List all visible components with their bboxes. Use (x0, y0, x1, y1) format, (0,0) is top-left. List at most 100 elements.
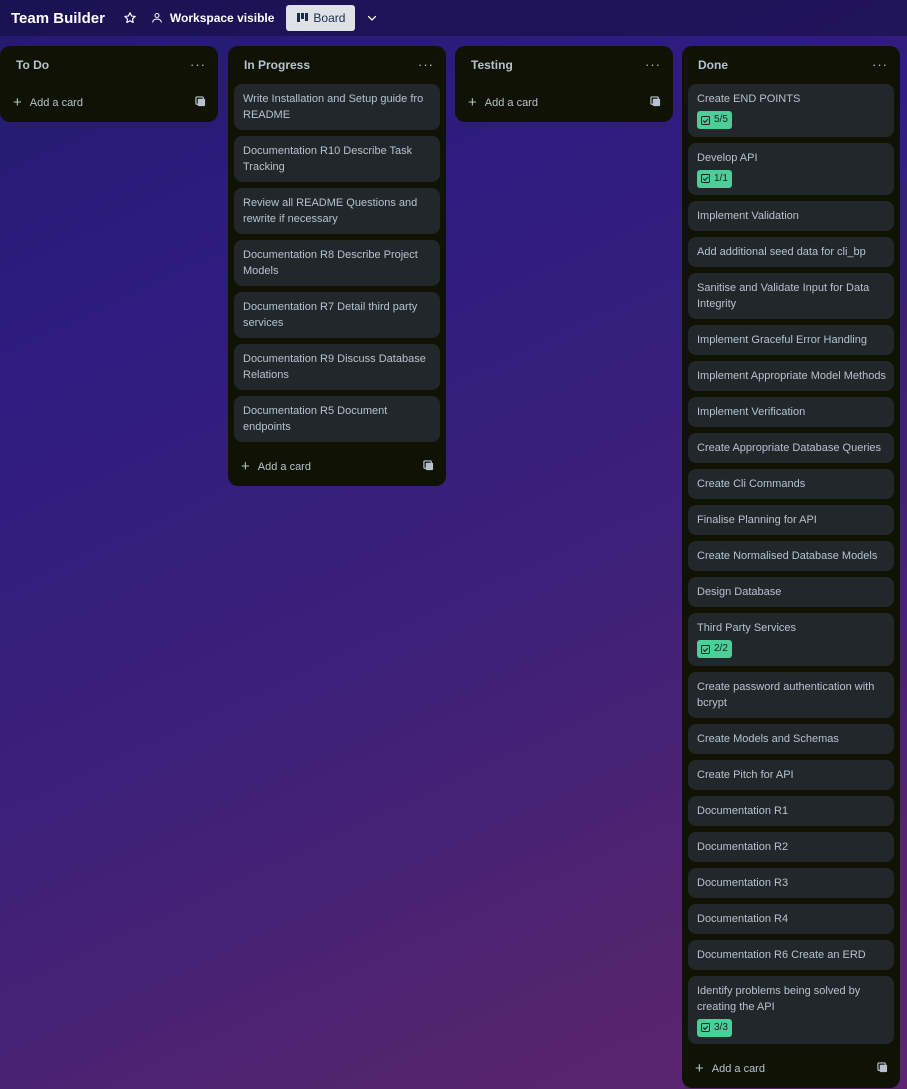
card[interactable]: Add additional seed data for cli_bp (688, 237, 894, 267)
card-title: Documentation R7 Detail third party serv… (243, 301, 418, 329)
card-template-icon[interactable] (650, 94, 661, 112)
card-title: Documentation R5 Document endpoints (243, 405, 388, 433)
list-header: Testing ··· (455, 46, 673, 84)
card-title: Implement Validation (697, 210, 799, 222)
checklist-icon (701, 115, 710, 125)
card-title: Finalise Planning for API (697, 514, 817, 526)
card-title: Documentation R10 Describe Task Tracking (243, 145, 413, 173)
card-title: Design Database (697, 586, 782, 598)
card[interactable]: Write Installation and Setup guide fro R… (234, 84, 440, 130)
board-view-button[interactable]: Board (286, 5, 356, 31)
card-template-icon[interactable] (877, 1060, 888, 1078)
add-card-label: Add a card (484, 97, 538, 109)
card-title: Create END POINTS (697, 93, 801, 105)
card[interactable]: Documentation R8 Describe Project Models (234, 240, 440, 286)
workspace-icon (151, 13, 162, 23)
card[interactable]: Documentation R10 Describe Task Tracking (234, 136, 440, 182)
card[interactable]: Implement Graceful Error Handling (688, 325, 894, 355)
checklist-icon (701, 644, 710, 654)
card-title: Create Normalised Database Models (697, 550, 878, 562)
card[interactable]: Design Database (688, 577, 894, 607)
card-template-icon[interactable] (423, 458, 434, 476)
board-header: Team Builder Workspace visible Board (0, 0, 907, 36)
board-icon (297, 13, 309, 22)
card[interactable]: Documentation R3 (688, 867, 894, 898)
plus-icon: + (468, 94, 477, 111)
list-title[interactable]: To Do (16, 58, 49, 72)
list-menu-icon[interactable]: ··· (418, 58, 434, 71)
card[interactable]: Documentation R5 Document endpoints (234, 396, 440, 442)
card[interactable]: Create Appropriate Database Queries (688, 433, 894, 463)
card-title: Add additional seed data for cli_bp (697, 246, 866, 258)
card[interactable]: Create Pitch for API (688, 759, 894, 790)
list-title[interactable]: In Progress (244, 58, 310, 72)
checklist-count: 3/3 (714, 1021, 728, 1033)
chevron-down-icon[interactable] (359, 5, 385, 31)
plus-icon: + (695, 1060, 704, 1077)
card-title: Sanitise and Validate Input for Data Int… (697, 282, 870, 310)
card-list: Write Installation and Setup guide fro R… (228, 84, 446, 442)
card-template-icon[interactable] (195, 94, 206, 112)
workspace-visibility-button[interactable]: Workspace visible (151, 11, 275, 25)
list-to-do: To Do ··· + Add a card (0, 46, 218, 122)
list-in-progress: In Progress ··· Write Installation and S… (228, 46, 446, 486)
card-title: Create Models and Schemas (697, 732, 839, 745)
card-title: Documentation R4 (697, 912, 789, 925)
card[interactable]: Implement Appropriate Model Methods (688, 361, 894, 391)
add-card-row: + Add a card (455, 84, 673, 122)
card[interactable]: Sanitise and Validate Input for Data Int… (688, 273, 894, 319)
card[interactable]: Finalise Planning for API (688, 505, 894, 535)
checklist-badge: 2/2 (697, 640, 732, 658)
card[interactable]: Documentation R7 Detail third party serv… (234, 292, 440, 338)
workspace-visibility-label: Workspace visible (169, 11, 275, 25)
list-menu-icon[interactable]: ··· (872, 58, 888, 71)
list-done: Done ··· Create END POINTS 5/5 Develop API… (682, 46, 900, 1088)
add-card-button[interactable]: + Add a card (468, 94, 538, 111)
card[interactable]: Documentation R4 (688, 903, 894, 934)
card[interactable]: Create Models and Schemas (688, 723, 894, 754)
card[interactable]: Documentation R1 (688, 795, 894, 826)
card[interactable]: Create END POINTS 5/5 (688, 84, 894, 137)
list-menu-icon[interactable]: ··· (645, 58, 661, 71)
list-menu-icon[interactable]: ··· (190, 58, 206, 71)
card-title: Develop API (697, 151, 758, 164)
card-title: Third Party Services (697, 622, 797, 634)
card-title: Write Installation and Setup guide fro R… (243, 93, 424, 121)
list-header: To Do ··· (0, 46, 218, 84)
checklist-count: 2/2 (714, 643, 728, 654)
card[interactable]: Documentation R2 (688, 831, 894, 862)
card[interactable]: Create Normalised Database Models (688, 541, 894, 571)
star-icon[interactable] (119, 7, 141, 29)
add-card-label: Add a card (29, 97, 83, 109)
card-title: Documentation R1 (697, 804, 789, 817)
card[interactable]: Create password authentication with bcry… (688, 671, 894, 718)
card-title: Documentation R3 (697, 876, 789, 889)
card[interactable]: Identify problems being solved by creati… (688, 975, 894, 1044)
card[interactable]: Documentation R9 Discuss Database Relati… (234, 344, 440, 390)
card[interactable]: Implement Verification (688, 397, 894, 427)
card-title: Implement Verification (697, 406, 806, 418)
card[interactable]: Review all README Questions and rewrite … (234, 188, 440, 234)
card-title: Documentation R8 Describe Project Models (243, 249, 418, 277)
plus-icon: + (13, 94, 22, 111)
add-card-button[interactable]: + Add a card (13, 94, 83, 111)
list-header: Done ··· (682, 46, 900, 84)
card[interactable]: Third Party Services 2/2 (688, 613, 894, 666)
list-title[interactable]: Done (698, 58, 728, 72)
plus-icon: + (241, 458, 250, 475)
add-card-button[interactable]: + Add a card (695, 1060, 765, 1077)
card[interactable]: Develop API 1/1 (688, 142, 894, 195)
card-title: Identify problems being solved by creati… (697, 984, 861, 1013)
list-title[interactable]: Testing (471, 58, 513, 72)
card-title: Documentation R9 Discuss Database Relati… (243, 353, 426, 381)
list-header: In Progress ··· (228, 46, 446, 84)
board-title[interactable]: Team Builder (11, 10, 105, 27)
card[interactable]: Create Cli Commands (688, 469, 894, 499)
board-view-label: Board (313, 11, 346, 25)
checklist-count: 5/5 (714, 114, 728, 125)
card[interactable]: Documentation R6 Create an ERD (688, 939, 894, 970)
card[interactable]: Implement Validation (688, 201, 894, 231)
add-card-button[interactable]: + Add a card (241, 458, 311, 475)
card-title: Create password authentication with bcry… (697, 680, 875, 709)
card-title: Review all README Questions and rewrite … (243, 197, 418, 225)
